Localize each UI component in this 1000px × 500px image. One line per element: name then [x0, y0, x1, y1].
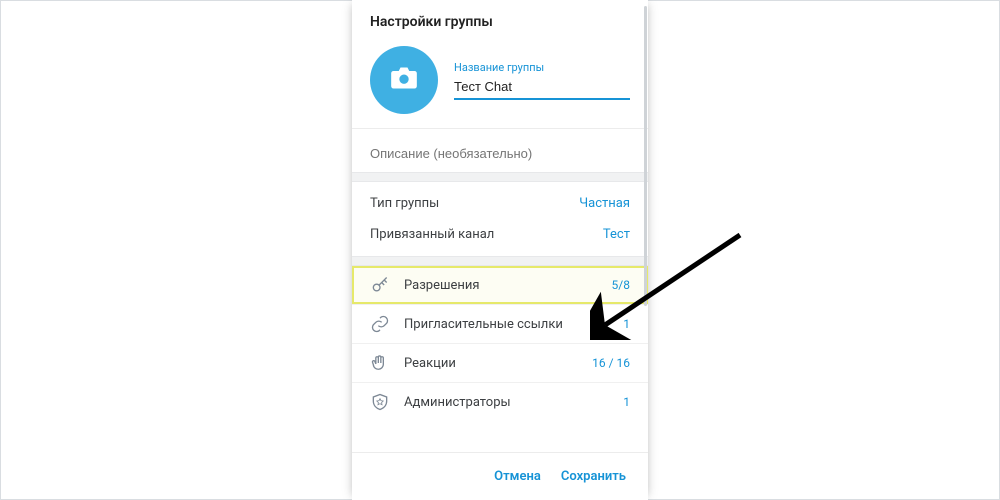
cancel-button[interactable]: Отмена: [494, 469, 541, 484]
scrollbar-thumb[interactable]: [644, 6, 647, 306]
permissions-label: Разрешения: [404, 278, 598, 293]
group-description-row: [352, 128, 648, 172]
invite-links-label: Пригласительные ссылки: [404, 317, 609, 332]
group-name-input[interactable]: [454, 77, 630, 100]
shield-icon: [370, 392, 390, 412]
group-name-field: Название группы: [454, 61, 630, 100]
section-divider: [352, 256, 648, 266]
admins-label: Администраторы: [404, 395, 609, 410]
group-management-menu: Разрешения 5/8 Пригласительные ссылки 1 …: [352, 266, 648, 421]
linked-channel-label: Привязанный канал: [370, 227, 494, 242]
group-settings-modal: Настройки группы Название группы: [352, 0, 648, 500]
invite-links-value: 1: [623, 317, 630, 331]
reactions-label: Реакции: [404, 356, 578, 371]
link-icon: [370, 314, 390, 334]
linked-channel-row[interactable]: Привязанный канал Тест: [352, 219, 648, 250]
group-info-section: Тип группы Частная Привязанный канал Тес…: [352, 182, 648, 256]
permissions-row[interactable]: Разрешения 5/8: [352, 266, 648, 304]
admins-value: 1: [623, 395, 630, 409]
group-identity-row: Название группы: [352, 40, 648, 128]
linked-channel-value: Тест: [603, 227, 630, 242]
key-icon: [370, 275, 390, 295]
admins-row[interactable]: Администраторы 1: [352, 382, 648, 421]
section-divider: [352, 172, 648, 182]
modal-header: Настройки группы: [352, 0, 648, 40]
invite-links-row[interactable]: Пригласительные ссылки 1: [352, 304, 648, 343]
modal-scroll-area: Настройки группы Название группы: [352, 0, 648, 452]
permissions-value: 5/8: [612, 278, 630, 292]
group-description-input[interactable]: [370, 146, 630, 161]
wave-icon: [370, 353, 390, 373]
group-name-label: Название группы: [454, 61, 630, 74]
group-type-row[interactable]: Тип группы Частная: [352, 188, 648, 219]
reactions-row[interactable]: Реакции 16 / 16: [352, 343, 648, 382]
group-type-value: Частная: [579, 196, 630, 211]
save-button[interactable]: Сохранить: [561, 469, 626, 484]
group-type-label: Тип группы: [370, 196, 439, 211]
camera-icon: [390, 66, 418, 94]
reactions-value: 16 / 16: [592, 356, 630, 370]
modal-title: Настройки группы: [370, 14, 630, 30]
modal-footer: Отмена Сохранить: [352, 452, 648, 500]
group-avatar[interactable]: [370, 46, 438, 114]
